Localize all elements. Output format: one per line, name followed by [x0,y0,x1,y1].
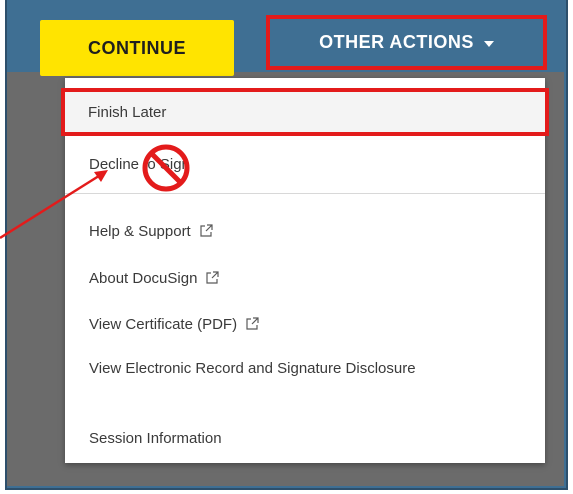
external-link-icon [206,271,220,284]
continue-button-label: CONTINUE [88,37,186,58]
other-actions-menu: Finish Later Decline to Sign Help & Supp… [61,78,549,463]
menu-item-label: View Electronic Record and Signature Dis… [89,360,416,377]
caret-down-icon [483,40,494,47]
menu-item-label: Session Information [89,429,222,447]
menu-item-label: View Certificate (PDF) [89,315,238,333]
menu-item-label: Finish Later [88,103,167,121]
menu-item-label: Help & Support [89,222,191,240]
external-link-icon [200,224,213,237]
continue-button[interactable]: CONTINUE [40,20,234,76]
external-link-icon [246,317,259,330]
menu-divider [65,193,545,194]
menu-item-electronic-record-disclosure[interactable]: View Electronic Record and Signature Dis… [65,358,545,410]
menu-item-session-information[interactable]: Session Information [65,423,545,453]
menu-item-label: About DocuSign [89,269,198,287]
menu-item-view-certificate[interactable]: View Certificate (PDF) [65,304,545,344]
menu-item-label: Decline to Sign [89,155,190,173]
menu-item-about-docusign[interactable]: About DocuSign [65,258,545,298]
other-actions-button[interactable]: OTHER ACTIONS [266,15,547,70]
menu-item-help-support[interactable]: Help & Support [65,211,545,251]
menu-item-finish-later[interactable]: Finish Later [61,88,549,136]
other-actions-label: OTHER ACTIONS [319,32,474,52]
menu-item-decline-to-sign[interactable]: Decline to Sign [65,144,545,184]
